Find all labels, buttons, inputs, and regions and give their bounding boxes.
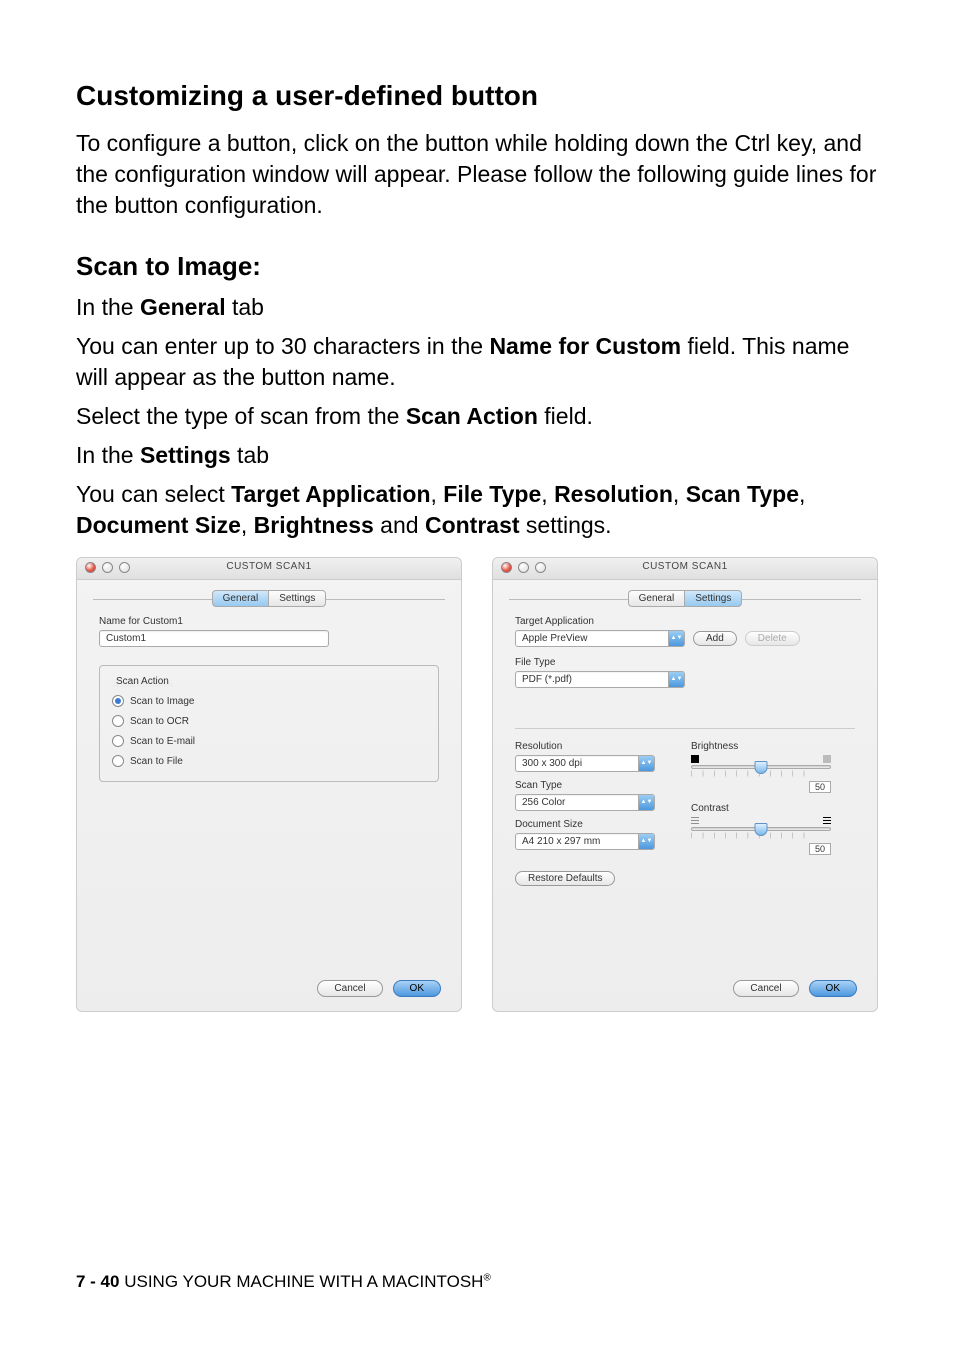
screenshots-row: CUSTOM SCAN1 GeneralSettings Name for Cu… [76, 557, 878, 1012]
radio-scan-to-email[interactable]: Scan to E-mail [112, 735, 426, 747]
target-app-label: Target Application [515, 616, 855, 627]
page-number: 7 - 40 [76, 1272, 119, 1291]
window-settings: CUSTOM SCAN1 GeneralSettings Target Appl… [492, 557, 878, 1012]
name-label: Name for Custom1 [99, 616, 439, 627]
select-value: 300 x 300 dpi [516, 756, 638, 771]
select-value: 256 Color [516, 795, 638, 810]
line-general-tab: In the General tab [76, 292, 878, 323]
scan-type-label: Scan Type [515, 780, 679, 791]
window-title: CUSTOM SCAN1 [226, 561, 311, 572]
scan-type-select[interactable]: 256 Color ▲▼ [515, 794, 655, 811]
radio-scan-to-ocr[interactable]: Scan to OCR [112, 715, 426, 727]
chevron-updown-icon: ▲▼ [638, 756, 654, 771]
contrast-label: Contrast [691, 803, 855, 814]
heading-scan-to-image: Scan to Image: [76, 251, 878, 282]
contrast-slider[interactable] [691, 827, 831, 831]
slider-thumb[interactable] [755, 823, 768, 836]
brightness-label: Brightness [691, 741, 855, 752]
chevron-updown-icon: ▲▼ [668, 631, 684, 646]
cancel-button[interactable]: Cancel [317, 980, 382, 997]
traffic-lights [85, 562, 130, 573]
tab-settings[interactable]: Settings [684, 590, 742, 607]
tab-general[interactable]: General [628, 590, 685, 607]
line-name-for-custom: You can enter up to 30 characters in the… [76, 331, 878, 393]
line-settings-tab: In the Settings tab [76, 440, 878, 471]
name-input[interactable]: Custom1 [99, 630, 329, 647]
contrast-value[interactable]: 50 [809, 843, 831, 855]
document-size-label: Document Size [515, 819, 679, 830]
scan-action-group: Scan Action Scan to Image Scan to OCR Sc… [99, 665, 439, 782]
radio-label: Scan to File [130, 756, 183, 767]
resolution-select[interactable]: 300 x 300 dpi ▲▼ [515, 755, 655, 772]
window-general: CUSTOM SCAN1 GeneralSettings Name for Cu… [76, 557, 462, 1012]
zoom-icon[interactable] [535, 562, 546, 573]
registered-mark: ® [483, 1272, 490, 1283]
ok-button[interactable]: OK [393, 980, 441, 997]
low-contrast-icon [691, 817, 699, 825]
brightness-slider[interactable] [691, 765, 831, 769]
dark-icon [691, 755, 699, 763]
tab-settings[interactable]: Settings [268, 590, 326, 607]
minimize-icon[interactable] [102, 562, 113, 573]
tabs: GeneralSettings [493, 590, 877, 607]
zoom-icon[interactable] [119, 562, 130, 573]
footer-text: USING YOUR MACHINE WITH A MACINTOSH [124, 1272, 483, 1291]
radio-icon [112, 695, 124, 707]
radio-label: Scan to OCR [130, 716, 189, 727]
select-value: PDF (*.pdf) [516, 672, 668, 687]
file-type-label: File Type [515, 657, 855, 668]
chevron-updown-icon: ▲▼ [668, 672, 684, 687]
radio-scan-to-file[interactable]: Scan to File [112, 755, 426, 767]
add-button[interactable]: Add [693, 631, 737, 646]
radio-icon [112, 735, 124, 747]
minimize-icon[interactable] [518, 562, 529, 573]
tab-general[interactable]: General [212, 590, 269, 607]
heading-customizing: Customizing a user-defined button [76, 80, 878, 112]
para-intro: To configure a button, click on the butt… [76, 128, 878, 221]
window-title: CUSTOM SCAN1 [642, 561, 727, 572]
target-app-select[interactable]: Apple PreView ▲▼ [515, 630, 685, 647]
close-icon[interactable] [85, 562, 96, 573]
light-icon [823, 755, 831, 763]
tabs: GeneralSettings [77, 590, 461, 607]
slider-thumb[interactable] [755, 761, 768, 774]
delete-button[interactable]: Delete [745, 631, 800, 646]
brightness-value[interactable]: 50 [809, 781, 831, 793]
titlebar: CUSTOM SCAN1 [493, 558, 877, 580]
resolution-label: Resolution [515, 741, 679, 752]
traffic-lights [501, 562, 546, 573]
file-type-select[interactable]: PDF (*.pdf) ▲▼ [515, 671, 685, 688]
line-select-options: You can select Target Application, File … [76, 479, 878, 541]
cancel-button[interactable]: Cancel [733, 980, 798, 997]
chevron-updown-icon: ▲▼ [638, 834, 654, 849]
radio-icon [112, 755, 124, 767]
chevron-updown-icon: ▲▼ [638, 795, 654, 810]
scan-action-title: Scan Action [112, 676, 173, 687]
radio-scan-to-image[interactable]: Scan to Image [112, 695, 426, 707]
high-contrast-icon [823, 817, 831, 825]
titlebar: CUSTOM SCAN1 [77, 558, 461, 580]
radio-label: Scan to E-mail [130, 736, 195, 747]
radio-icon [112, 715, 124, 727]
select-value: A4 210 x 297 mm [516, 834, 638, 849]
ok-button[interactable]: OK [809, 980, 857, 997]
restore-defaults-button[interactable]: Restore Defaults [515, 871, 615, 886]
page-footer: 7 - 40 USING YOUR MACHINE WITH A MACINTO… [76, 1272, 491, 1292]
select-value: Apple PreView [516, 631, 668, 646]
close-icon[interactable] [501, 562, 512, 573]
document-size-select[interactable]: A4 210 x 297 mm ▲▼ [515, 833, 655, 850]
radio-label: Scan to Image [130, 696, 194, 707]
line-scan-action: Select the type of scan from the Scan Ac… [76, 401, 878, 432]
